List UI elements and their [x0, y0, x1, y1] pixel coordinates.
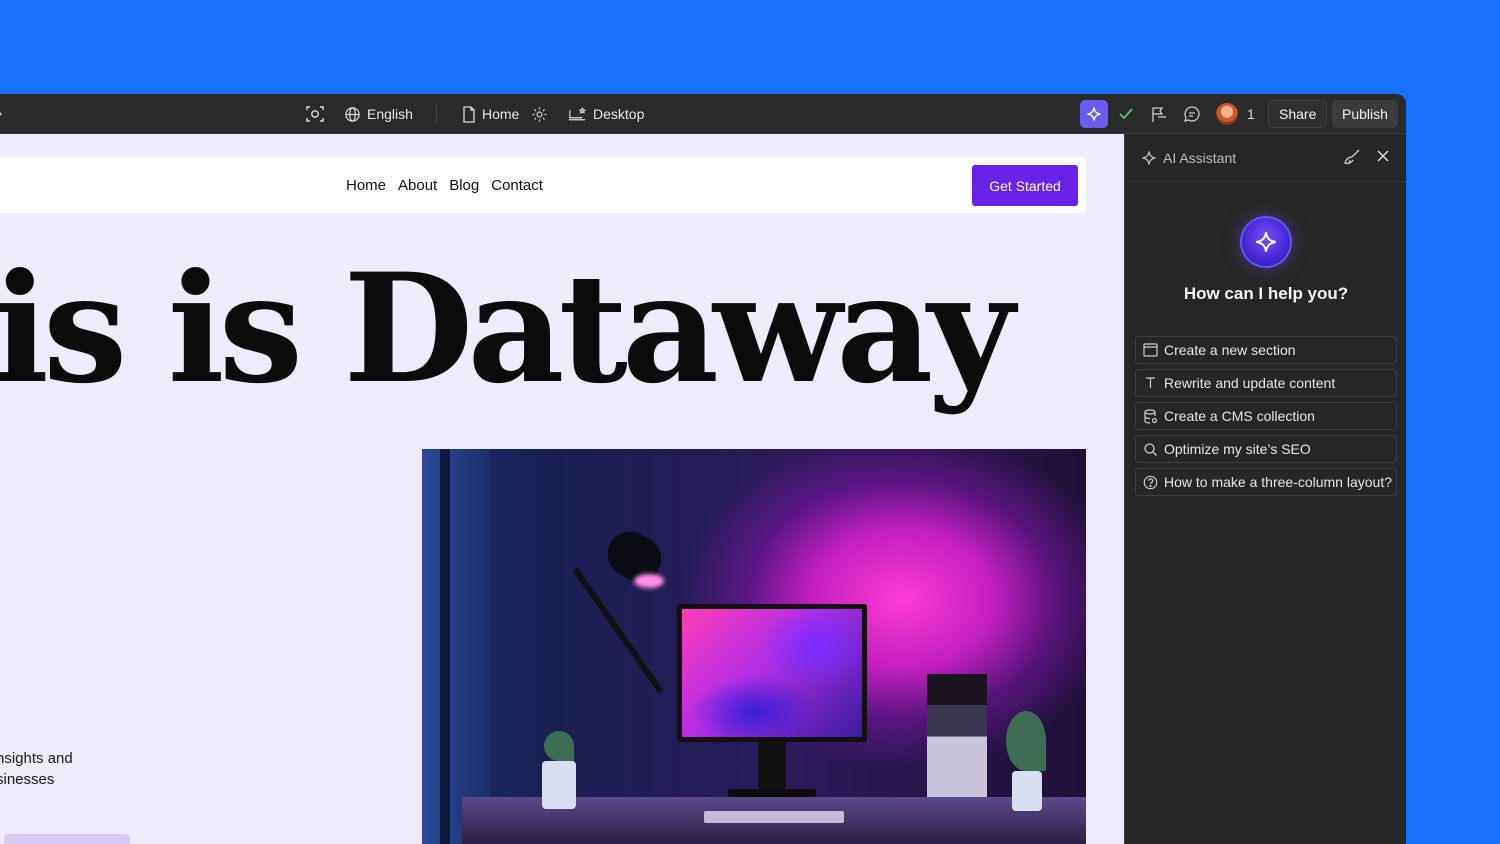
- search-icon: [1144, 442, 1157, 456]
- ai-assistant-button[interactable]: [1080, 100, 1108, 128]
- toolbar-divider: [436, 105, 437, 123]
- get-started-button[interactable]: Get Started: [972, 165, 1078, 206]
- layout-icon: [1143, 343, 1158, 357]
- collaborator-count: 1: [1247, 106, 1255, 122]
- ai-panel-header: AI Assistant: [1125, 134, 1406, 182]
- avatar: [1215, 102, 1239, 126]
- screenshot-icon[interactable]: [305, 94, 325, 134]
- site-nav-links: Home About Blog Contact: [346, 157, 543, 213]
- text-icon: [1146, 377, 1155, 388]
- nav-link-contact[interactable]: Contact: [491, 177, 543, 194]
- help-icon: [1143, 475, 1158, 489]
- flag-icon[interactable]: [1150, 94, 1168, 134]
- check-icon[interactable]: [1118, 94, 1134, 134]
- ai-suggestions: Create a new section Rewrite and update …: [1135, 336, 1397, 501]
- site-navbar: Home About Blog Contact Get Started: [0, 157, 1086, 213]
- sparkle-icon: [1087, 107, 1101, 121]
- hero-image[interactable]: [422, 449, 1086, 844]
- share-button[interactable]: Share: [1268, 100, 1328, 128]
- language-selector[interactable]: English: [344, 94, 413, 134]
- comment-icon[interactable]: [1183, 94, 1201, 134]
- page-selector[interactable]: Home: [462, 94, 519, 134]
- hero-title[interactable]: is is Dataway: [0, 254, 1015, 404]
- hero-button[interactable]: [4, 834, 130, 844]
- suggestion-create-section[interactable]: Create a new section: [1135, 336, 1397, 364]
- sparkle-icon: [1142, 151, 1156, 165]
- suggestion-cms-collection[interactable]: Create a CMS collection: [1135, 402, 1397, 430]
- chevron-right-icon[interactable]: [0, 94, 4, 134]
- suggestion-optimize-seo[interactable]: Optimize my site’s SEO: [1135, 435, 1397, 463]
- page-icon: [463, 105, 475, 123]
- globe-icon: [345, 106, 360, 122]
- desktop-icon: [568, 106, 587, 121]
- ai-orb-icon: [1242, 218, 1290, 266]
- ai-prompt-heading: How can I help you?: [1183, 284, 1349, 303]
- device-label: Desktop: [593, 106, 645, 122]
- collaborators[interactable]: 1: [1215, 94, 1255, 134]
- gear-icon[interactable]: [531, 94, 548, 134]
- language-label: English: [367, 106, 413, 122]
- suggestion-rewrite-content[interactable]: Rewrite and update content: [1135, 369, 1397, 397]
- close-icon[interactable]: [1375, 148, 1391, 169]
- device-selector[interactable]: Desktop: [568, 94, 644, 134]
- database-icon: [1144, 408, 1158, 424]
- ai-panel-title: AI Assistant: [1163, 150, 1237, 166]
- editor-window: English Home Desktop 1 Share Publish Hom…: [0, 94, 1406, 844]
- publish-button[interactable]: Publish: [1332, 100, 1398, 128]
- nav-link-about[interactable]: About: [398, 177, 437, 194]
- page-label: Home: [482, 106, 520, 122]
- nav-link-blog[interactable]: Blog: [449, 177, 479, 194]
- clear-chat-icon[interactable]: [1343, 148, 1361, 171]
- hero-description[interactable]: nsights and sinesses: [0, 748, 73, 790]
- ai-assistant-panel: AI Assistant How can I help you? Create …: [1124, 134, 1406, 844]
- suggestion-three-column-layout[interactable]: How to make a three-column layout?: [1135, 468, 1397, 496]
- design-canvas[interactable]: Home About Blog Contact Get Started is i…: [0, 134, 1124, 844]
- nav-link-home[interactable]: Home: [346, 177, 386, 194]
- top-toolbar: English Home Desktop 1 Share Publish: [0, 94, 1406, 134]
